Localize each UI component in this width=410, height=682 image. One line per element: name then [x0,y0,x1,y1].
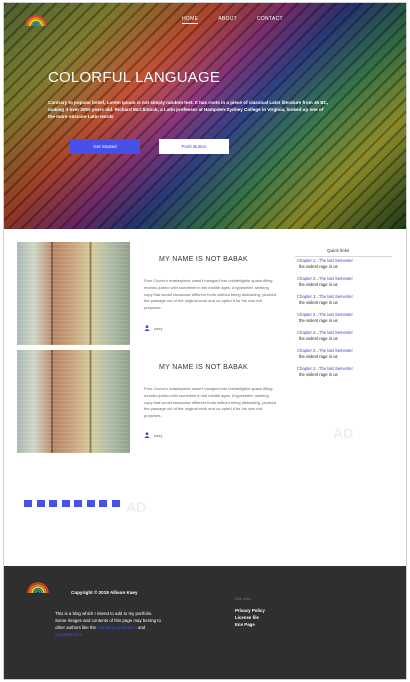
hero-title: COLORFUL LANGUAGE [48,69,221,86]
post-excerpt: Poor Cicero's masterpiece wasn't mangled… [144,386,277,419]
footer-about-text: This is a blog which I intend to add to … [55,610,161,638]
footer-unsplash-link[interactable]: unsplash.com [55,632,82,637]
post-author: kaey [144,432,162,438]
rainbow-logo-icon[interactable] [24,12,48,28]
quick-link-item: Chapter 2...The last Semester the violen… [297,276,393,294]
quick-link-item: Chapter 3...The last Semester the violen… [297,294,393,312]
post-excerpt: Poor Cicero's masterpiece wasn't mangled… [144,278,277,311]
quick-link-subtitle: the violent rage in us [299,335,338,341]
post-author-name[interactable]: kaey [154,433,162,438]
post-image[interactable] [17,350,130,453]
post-title[interactable]: MY NAME IS NOT BABAK [159,256,248,263]
post-image[interactable] [17,242,130,345]
privacy-policy-link[interactable]: Privacy Policy [235,608,265,614]
main-nav: HOME ABOUT CONTACT [182,16,283,24]
env-page-link[interactable]: Env Page [235,622,265,628]
quick-links-title: Quick links [327,248,350,253]
footer-copyright: Copyright © 2019 Allison Kaey [71,590,138,595]
quick-link-subtitle: the violent rage in us [299,299,338,305]
quick-link-item: Chapter 2...The last Semester the violen… [297,312,393,330]
page-button[interactable] [86,500,95,507]
nav-home[interactable]: HOME [182,16,199,24]
nav-contact[interactable]: CONTACT [257,16,283,24]
page-button[interactable] [61,500,70,507]
get-started-button[interactable]: Get Started [70,139,140,154]
quick-link-subtitle: the violent rage in us [299,281,338,287]
quick-link-item: Chapter 1...The last Semester the violen… [297,258,393,276]
post-author: kaey [144,325,162,331]
page-button[interactable] [99,500,107,507]
footer-links: Privacy Policy License file Env Page [235,608,265,628]
page-button[interactable] [36,500,45,507]
post-title[interactable]: MY NAME IS NOT BABAK [159,364,248,371]
hero-banner: HOME ABOUT CONTACT COLORFUL LANGUAGE Con… [4,3,406,229]
user-icon [144,325,150,331]
quick-link-subtitle: the violent rage in us [299,353,338,359]
quick-link-item: Chapter 2...The last Semester the violen… [297,348,393,366]
user-icon [144,432,150,438]
page-button[interactable] [111,500,120,507]
ad-placeholder[interactable]: AD [333,425,353,441]
divider [295,256,392,257]
page-button[interactable] [74,500,82,507]
quick-links-list: Chapter 1...The last Semester the violen… [297,258,393,384]
quick-link-subtitle: the violent rage in us [299,371,338,377]
post-author-name[interactable]: kaey [154,326,162,331]
page-button[interactable] [24,500,32,507]
rainbow-logo-icon[interactable] [26,579,50,595]
hero-description: Contrary to popular belief, Lorem Ipsum … [48,100,329,119]
page-button[interactable] [49,500,57,507]
quick-link-subtitle: the violent rage in us [299,263,338,269]
footer-links-label: Site links [235,596,252,601]
pagination [24,500,120,507]
quick-link-subtitle: the violent rage in us [299,317,338,323]
footer: Copyright © 2019 Allison Kaey This is a … [4,566,406,679]
footer-and-text: and [138,625,146,630]
footer-portfolio-link[interactable]: company-portfolio.io [97,625,137,630]
quick-link-item: Chapter 2...The last Semester the violen… [297,330,393,348]
push-button[interactable]: Push Button [159,139,229,154]
ad-placeholder[interactable]: AD [126,499,146,515]
page-frame: HOME ABOUT CONTACT COLORFUL LANGUAGE Con… [3,2,407,680]
nav-about[interactable]: ABOUT [218,16,237,24]
license-file-link[interactable]: License file [235,615,265,621]
quick-link-item: Chapter 2...The last Semester the violen… [297,366,393,384]
